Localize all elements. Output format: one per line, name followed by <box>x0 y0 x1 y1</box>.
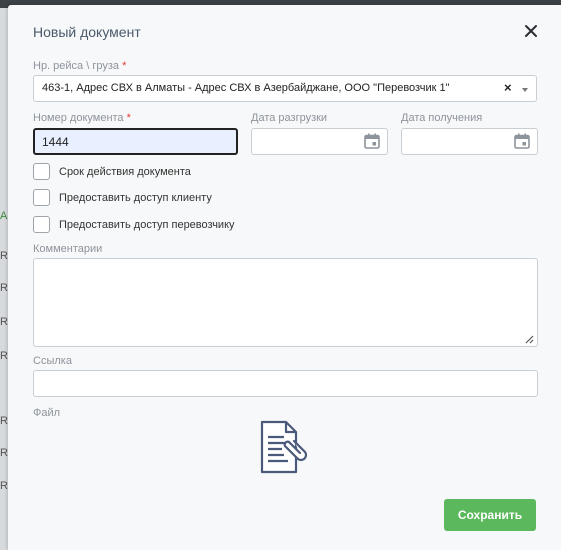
background-letter: R <box>0 250 8 262</box>
doc-number-input[interactable] <box>33 128 238 155</box>
save-button[interactable]: Сохранить <box>444 499 536 531</box>
new-document-modal: Новый документ Нр. рейса \ груза * 463-1… <box>8 5 561 550</box>
background-letter: R <box>0 480 8 492</box>
receive-date-input[interactable] <box>401 128 538 155</box>
required-mark: * <box>126 112 131 124</box>
checkbox-label: Предоставить доступ клиенту <box>59 191 212 204</box>
background-letter: R <box>0 282 8 294</box>
background-letter: A <box>0 210 8 222</box>
background-letter: R <box>0 350 8 362</box>
checkbox-box[interactable] <box>33 163 50 180</box>
background-letter: R <box>0 415 8 427</box>
calendar-icon[interactable] <box>363 132 381 150</box>
clear-selection-icon[interactable]: × <box>504 80 512 95</box>
resize-grip-icon[interactable] <box>524 334 534 344</box>
checkbox-box[interactable] <box>33 189 50 206</box>
checkbox-label: Предоставить доступ перевозчику <box>59 218 235 231</box>
unload-date-label: Дата разгрузки <box>251 112 328 124</box>
checkbox-box[interactable] <box>33 216 50 233</box>
doc-number-label: Номер документа * <box>33 112 131 124</box>
unload-date-input[interactable] <box>251 128 388 155</box>
calendar-icon[interactable] <box>513 132 531 150</box>
shipment-select-value: 463-1, Адрес СВХ в Алматы - Адрес СВХ в … <box>42 82 450 94</box>
checkbox-client-access[interactable]: Предоставить доступ клиенту <box>33 189 212 206</box>
checkbox-carrier-access[interactable]: Предоставить доступ перевозчику <box>33 216 235 233</box>
checkbox-label: Срок действия документа <box>59 165 191 178</box>
background-letter: R <box>0 316 8 328</box>
document-attach-icon[interactable] <box>258 419 310 475</box>
required-mark: * <box>122 60 127 72</box>
link-input[interactable] <box>33 370 538 397</box>
background-letter: R <box>0 447 8 459</box>
checkbox-document-validity[interactable]: Срок действия документа <box>33 163 191 180</box>
link-label: Ссылка <box>33 355 72 367</box>
close-icon[interactable] <box>523 23 539 39</box>
receive-date-label: Дата получения <box>401 112 483 124</box>
shipment-label-text: Нр. рейса \ груза <box>33 60 120 72</box>
chevron-down-icon[interactable] <box>522 88 528 92</box>
comments-textarea[interactable] <box>33 258 538 347</box>
modal-title: Новый документ <box>33 24 141 40</box>
comments-label: Комментарии <box>33 243 103 255</box>
doc-number-label-text: Номер документа <box>33 112 124 124</box>
shipment-label: Нр. рейса \ груза * <box>33 60 126 72</box>
file-label: Файл <box>33 407 61 419</box>
shipment-select[interactable]: 463-1, Адрес СВХ в Алматы - Адрес СВХ в … <box>33 75 537 102</box>
